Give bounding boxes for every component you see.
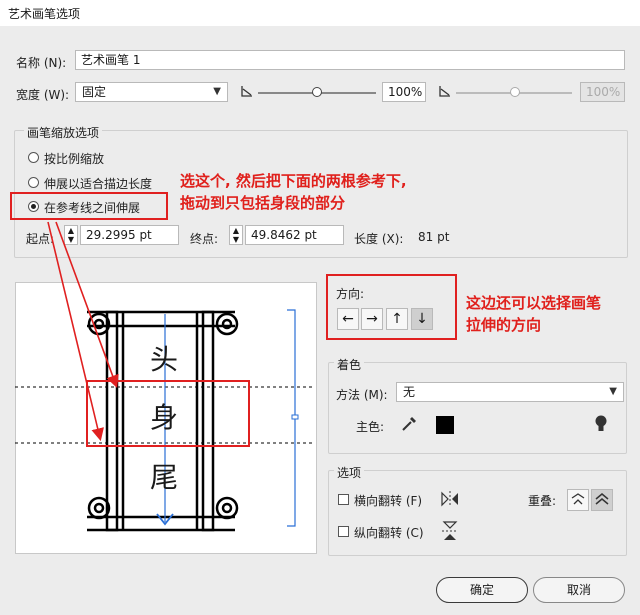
direction-right-button[interactable]: →: [361, 308, 383, 330]
colorize-title: 着色: [334, 356, 365, 373]
preview-bottom-text: 尾: [150, 461, 179, 494]
method-label: 方法 (M):: [336, 388, 388, 402]
chevron-down-icon: ▼: [213, 86, 221, 97]
width-variation-input: 100%: [580, 82, 625, 102]
flip-horizontal-checkbox[interactable]: [338, 494, 349, 505]
method-select-value: 无: [403, 385, 416, 399]
highlight-box-body: [86, 380, 250, 447]
start-spinner[interactable]: ▲ ▼: [64, 225, 78, 245]
length-value: 81 pt: [418, 230, 450, 244]
cancel-button[interactable]: 取消: [533, 577, 625, 603]
annotation-line1: 选这个, 然后把下面的两根参考下,: [180, 172, 407, 190]
length-label: 长度 (X):: [354, 232, 404, 246]
start-label: 起点:: [26, 232, 55, 246]
end-label: 终点:: [190, 232, 219, 246]
options-title: 选项: [334, 464, 365, 481]
overlap-label: 重叠:: [528, 494, 557, 508]
width-label: 宽度 (W):: [16, 88, 70, 102]
direction-title: 方向:: [336, 287, 365, 301]
end-input[interactable]: 49.8462 pt: [245, 225, 344, 245]
option-stretch-fit[interactable]: 伸展以适合描边长度: [44, 175, 152, 192]
radio-stretch-fit[interactable]: [28, 177, 39, 188]
width-percent-input[interactable]: 100%: [382, 82, 426, 102]
method-select[interactable]: 无 ▼: [396, 382, 624, 402]
flip-vertical-icon: [442, 521, 458, 540]
key-color-swatch[interactable]: [436, 416, 454, 434]
eyedropper-icon[interactable]: [400, 415, 418, 433]
overlap-no-adjust-icon: [595, 493, 609, 505]
direction-up-button[interactable]: ↑: [386, 308, 408, 330]
width-select-value: 固定: [82, 85, 107, 99]
window-title: 艺术画笔选项: [8, 7, 81, 21]
start-input[interactable]: 29.2995 pt: [80, 225, 179, 245]
radio-proportional[interactable]: [28, 152, 39, 163]
overlap-adjust-button[interactable]: [567, 489, 589, 511]
width-select[interactable]: 固定 ▼: [75, 82, 228, 102]
flip-vertical-label[interactable]: 纵向翻转 (C): [354, 524, 424, 541]
end-spinner[interactable]: ▲ ▼: [229, 225, 243, 245]
annotation-direction-line2: 拉伸的方向: [466, 316, 542, 334]
highlight-box-direction: [326, 274, 457, 340]
flip-vertical-checkbox[interactable]: [338, 526, 349, 537]
width-slider-knob[interactable]: [312, 87, 322, 97]
preview-top-text: 头: [150, 343, 179, 376]
radio-stretch-guides[interactable]: [28, 201, 39, 212]
annotation-direction-line1: 这边还可以选择画笔: [466, 294, 602, 312]
direction-left-button[interactable]: ←: [337, 308, 359, 330]
option-proportional[interactable]: 按比例缩放: [44, 150, 104, 167]
flip-horizontal-label[interactable]: 横向翻转 (F): [354, 492, 422, 509]
colorize-group: [328, 362, 627, 454]
name-label: 名称 (N):: [16, 56, 67, 70]
width-variation-knob: [510, 87, 520, 97]
width-min-icon: [241, 86, 252, 97]
chevron-down-icon: ▼: [609, 386, 617, 397]
overlap-no-adjust-button[interactable]: [591, 489, 613, 511]
annotation-line2: 拖动到只包括身段的部分: [180, 194, 346, 212]
flip-horizontal-icon: [441, 491, 458, 507]
key-color-label: 主色:: [356, 420, 385, 434]
width-max-icon: [439, 86, 450, 97]
overlap-adjust-icon: [571, 493, 585, 505]
option-stretch-guides[interactable]: 在参考线之间伸展: [44, 199, 140, 216]
tips-bulb-icon[interactable]: [594, 414, 608, 434]
scale-group-title: 画笔缩放选项: [24, 124, 103, 141]
name-input[interactable]: 艺术画笔 1: [75, 50, 625, 70]
direction-down-button[interactable]: ↓: [411, 308, 433, 330]
options-group: [328, 470, 627, 556]
title-bar: 艺术画笔选项: [0, 0, 640, 26]
ok-button[interactable]: 确定: [436, 577, 528, 603]
